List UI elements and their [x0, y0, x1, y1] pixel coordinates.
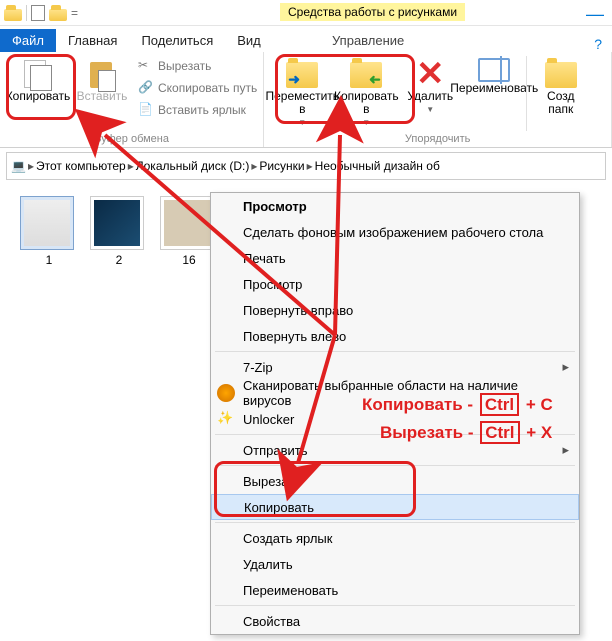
menu-copy[interactable]: Копировать — [211, 494, 579, 520]
move-to-icon: ➜ — [286, 58, 318, 88]
minimize-icon[interactable]: — — [586, 4, 604, 25]
menu-delete[interactable]: Удалить — [211, 551, 579, 577]
menu-rotate-left[interactable]: Повернуть влево — [211, 323, 579, 349]
menu-preview2[interactable]: Просмотр — [211, 271, 579, 297]
rename-icon — [478, 58, 510, 82]
copy-icon — [22, 58, 54, 90]
help-icon[interactable]: ? — [594, 36, 602, 52]
submenu-arrow-icon: ▸ — [562, 442, 569, 458]
group-clipboard: Копировать Вставить ✂ Вырезать 🔗 Скопиро… — [0, 52, 264, 147]
quick-doc-icon[interactable] — [31, 5, 45, 21]
copy-to-icon: ➜ — [350, 58, 382, 88]
tab-file[interactable]: Файл — [0, 29, 56, 52]
crumb-this-pc[interactable]: Этот компьютер — [36, 159, 126, 173]
paste-shortcut-button[interactable]: 📄 Вставить ярлык — [138, 100, 257, 120]
menu-print[interactable]: Печать — [211, 245, 579, 271]
menu-properties[interactable]: Свойства — [211, 608, 579, 634]
menu-rotate-right[interactable]: Повернуть вправо — [211, 297, 579, 323]
thumbnail-label: 1 — [20, 253, 78, 267]
file-thumbnail[interactable]: 1 — [20, 196, 78, 267]
separator — [26, 5, 27, 21]
overlay-copy-shortcut: Копировать - Ctrl + C — [362, 395, 553, 415]
menu-cut[interactable]: Вырезать — [211, 468, 579, 494]
file-thumbnail[interactable]: 2 — [90, 196, 148, 267]
copy-button[interactable]: Копировать — [6, 56, 70, 120]
dropdown-icon: ▼ — [298, 116, 306, 129]
breadcrumb[interactable]: 💻 ▸ Этот компьютер ▸ Локальный диск (D:)… — [6, 152, 606, 180]
shield-icon — [217, 384, 235, 402]
crumb-sub[interactable]: Необычный дизайн об — [315, 159, 440, 173]
menu-preview[interactable]: Просмотр — [211, 193, 579, 219]
menu-7zip[interactable]: 7-Zip▸ — [211, 354, 579, 380]
delete-icon: ✕ — [416, 58, 445, 90]
scissors-icon: ✂ — [138, 58, 154, 74]
tab-share[interactable]: Поделиться — [129, 29, 225, 52]
menu-set-wallpaper[interactable]: Сделать фоновым изображением рабочего ст… — [211, 219, 579, 245]
folder-icon: 💻 — [11, 159, 26, 173]
move-to-button[interactable]: ➜ Переместить в ▼ — [270, 56, 334, 131]
quick-folder-icon[interactable] — [49, 5, 67, 21]
copy-label: Копировать — [6, 90, 71, 103]
new-folder-icon — [545, 58, 577, 88]
context-tab-title: Средства работы с рисунками — [280, 3, 465, 21]
tab-home[interactable]: Главная — [56, 29, 129, 52]
path-icon: 🔗 — [138, 80, 154, 96]
group-organize-label: Упорядочить — [270, 133, 605, 145]
menu-create-shortcut[interactable]: Создать ярлык — [211, 525, 579, 551]
paste-icon — [86, 58, 118, 90]
cut-button[interactable]: ✂ Вырезать — [138, 56, 257, 76]
thumbnail-label: 2 — [90, 253, 148, 267]
window-folder-icon — [4, 5, 22, 21]
tab-view[interactable]: Вид — [225, 29, 273, 52]
overlay-cut-shortcut: Вырезать - Ctrl + X — [380, 423, 552, 443]
new-folder-button[interactable]: Созд папк — [526, 56, 590, 131]
title-bar: = Средства работы с рисунками — — [0, 0, 612, 26]
rename-button[interactable]: Переименовать — [462, 56, 526, 131]
paste-button[interactable]: Вставить — [70, 56, 134, 120]
dropdown-icon: ▼ — [362, 116, 370, 129]
menu-rename[interactable]: Переименовать — [211, 577, 579, 603]
copy-to-button[interactable]: ➜ Копировать в ▼ — [334, 56, 398, 131]
ribbon-tabs: Файл Главная Поделиться Вид Управление ? — [0, 26, 612, 52]
group-organize: ➜ Переместить в ▼ ➜ Копировать в ▼ ✕ Уда… — [264, 52, 612, 147]
crumb-drive[interactable]: Локальный диск (D:) — [136, 159, 250, 173]
crumb-folder[interactable]: Рисунки — [259, 159, 304, 173]
group-clipboard-label: Буфер обмена — [6, 133, 257, 145]
ribbon: Копировать Вставить ✂ Вырезать 🔗 Скопиро… — [0, 52, 612, 148]
dropdown-icon: ▼ — [426, 103, 434, 116]
submenu-arrow-icon: ▸ — [562, 359, 569, 375]
copy-path-button[interactable]: 🔗 Скопировать путь — [138, 78, 257, 98]
wand-icon: ✨ — [217, 410, 235, 428]
shortcut-icon: 📄 — [138, 102, 154, 118]
tab-manage[interactable]: Управление — [320, 29, 416, 52]
